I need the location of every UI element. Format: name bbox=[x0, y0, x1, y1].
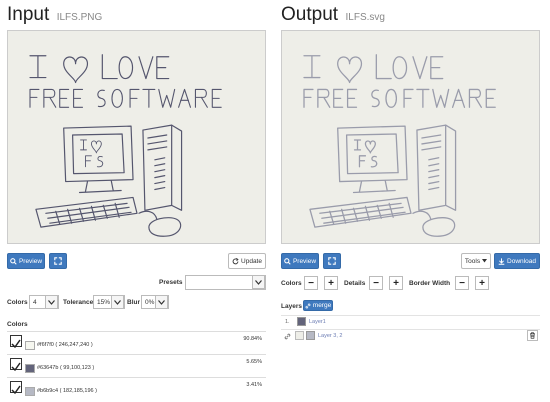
border-width-decrease-button[interactable]: − bbox=[455, 276, 469, 290]
color-row[interactable]: #63647b ( 99,100,123 ) 5.65% bbox=[7, 354, 266, 377]
expand-icon bbox=[328, 257, 336, 265]
color-checkbox[interactable] bbox=[10, 358, 22, 372]
output-filename: ILFS.svg bbox=[345, 12, 385, 23]
input-image bbox=[7, 30, 266, 244]
color-checkbox[interactable] bbox=[10, 381, 22, 395]
download-button[interactable]: Download bbox=[494, 253, 540, 269]
input-filename: ILFS.PNG bbox=[56, 12, 103, 23]
border-width-increase-button[interactable]: + bbox=[475, 276, 489, 290]
details-decrease-button[interactable]: − bbox=[369, 276, 383, 290]
layer-row[interactable]: 1. Layer1 bbox=[281, 315, 540, 329]
output-fullscreen-button[interactable] bbox=[323, 253, 341, 269]
color-row[interactable]: #f6f7f0 ( 246,247,240 ) 90.84% bbox=[7, 331, 266, 354]
color-percent: 5.65% bbox=[246, 359, 262, 365]
input-panel: Input ILFS.PNG Preview Update Presets Co… bbox=[7, 0, 268, 402]
presets-label: Presets bbox=[159, 279, 183, 286]
trash-icon bbox=[530, 332, 535, 339]
layer-name: Layer 3, 2 bbox=[318, 333, 343, 339]
colors-count-value: 4 bbox=[33, 298, 37, 306]
search-icon bbox=[284, 257, 291, 265]
output-title: Output bbox=[281, 4, 339, 25]
input-heading: Input ILFS.PNG bbox=[7, 4, 102, 26]
blur-value: 0% bbox=[145, 298, 155, 306]
checkmark-icon bbox=[11, 339, 21, 349]
layer-swatch bbox=[295, 331, 304, 340]
expand-icon bbox=[54, 257, 62, 265]
output-heading: Output ILFS.svg bbox=[281, 4, 385, 26]
output-preview-label: Preview bbox=[292, 257, 317, 265]
input-fullscreen-button[interactable] bbox=[49, 253, 67, 269]
output-panel: Output ILFS.svg Preview Tools Download C… bbox=[281, 0, 542, 402]
input-title: Input bbox=[7, 4, 50, 25]
colors-count-select[interactable]: 4 bbox=[29, 295, 59, 309]
blur-label: Blur bbox=[127, 299, 140, 306]
color-swatch bbox=[25, 387, 35, 396]
refresh-icon bbox=[232, 257, 239, 264]
input-preview-button[interactable]: Preview bbox=[7, 253, 45, 269]
tolerance-value: 15% bbox=[97, 298, 111, 306]
input-drawing bbox=[29, 54, 222, 237]
color-swatch bbox=[25, 364, 35, 373]
layer-swatch bbox=[306, 331, 315, 340]
colors-decrease-button[interactable]: − bbox=[304, 276, 318, 290]
color-swatch bbox=[25, 341, 35, 350]
tools-label: Tools bbox=[464, 257, 481, 265]
color-row[interactable]: #b6b9c4 ( 182,185,196 ) 3.41% bbox=[7, 377, 266, 400]
colors-increase-button[interactable]: + bbox=[324, 276, 338, 290]
output-image bbox=[281, 30, 540, 244]
update-button[interactable]: Update bbox=[228, 253, 266, 269]
color-percent: 3.41% bbox=[246, 382, 262, 388]
update-label: Update bbox=[241, 257, 262, 265]
download-icon bbox=[498, 257, 505, 265]
chevron-down-icon bbox=[45, 295, 58, 309]
blur-select[interactable]: 0% bbox=[141, 295, 169, 309]
layers-label: Layers bbox=[281, 303, 302, 310]
tolerance-select[interactable]: 15% bbox=[93, 295, 125, 309]
layer-row[interactable]: Layer 3, 2 bbox=[281, 329, 540, 343]
presets-select[interactable] bbox=[185, 275, 266, 290]
border-width-label: Border Width bbox=[409, 280, 451, 287]
download-label: Download bbox=[507, 257, 536, 265]
tools-button[interactable]: Tools bbox=[461, 253, 491, 269]
layer-index: 1. bbox=[285, 319, 290, 325]
delete-layer-button[interactable] bbox=[527, 330, 538, 341]
colors-count-label: Colors bbox=[7, 299, 28, 306]
link-icon bbox=[284, 333, 291, 340]
checkmark-icon bbox=[11, 362, 21, 372]
output-drawing bbox=[303, 54, 496, 237]
checkmark-icon bbox=[11, 385, 21, 395]
chevron-down-icon bbox=[155, 295, 168, 309]
chevron-down-icon bbox=[111, 295, 124, 309]
input-preview-label: Preview bbox=[18, 257, 43, 265]
chevron-down-icon bbox=[252, 275, 265, 289]
layer-name: Layer1 bbox=[309, 319, 326, 325]
merge-button[interactable]: merge bbox=[303, 300, 333, 311]
color-hex: #b6b9c4 ( 182,185,196 ) bbox=[37, 388, 97, 394]
color-checkbox[interactable] bbox=[10, 335, 22, 349]
output-colors-label: Colors bbox=[281, 280, 302, 287]
details-increase-button[interactable]: + bbox=[389, 276, 403, 290]
caret-down-icon bbox=[482, 259, 488, 263]
link-icon bbox=[305, 303, 311, 308]
layer-swatch bbox=[297, 317, 306, 326]
output-preview-button[interactable]: Preview bbox=[281, 253, 319, 269]
search-icon bbox=[10, 257, 17, 265]
details-label: Details bbox=[344, 280, 366, 287]
color-hex: #63647b ( 99,100,123 ) bbox=[37, 365, 95, 371]
color-hex: #f6f7f0 ( 246,247,240 ) bbox=[37, 342, 93, 348]
color-percent: 90.84% bbox=[243, 336, 262, 342]
tolerance-label: Tolerance bbox=[63, 299, 94, 306]
colors-section-label: Colors bbox=[7, 321, 28, 328]
merge-label: merge bbox=[312, 302, 332, 309]
